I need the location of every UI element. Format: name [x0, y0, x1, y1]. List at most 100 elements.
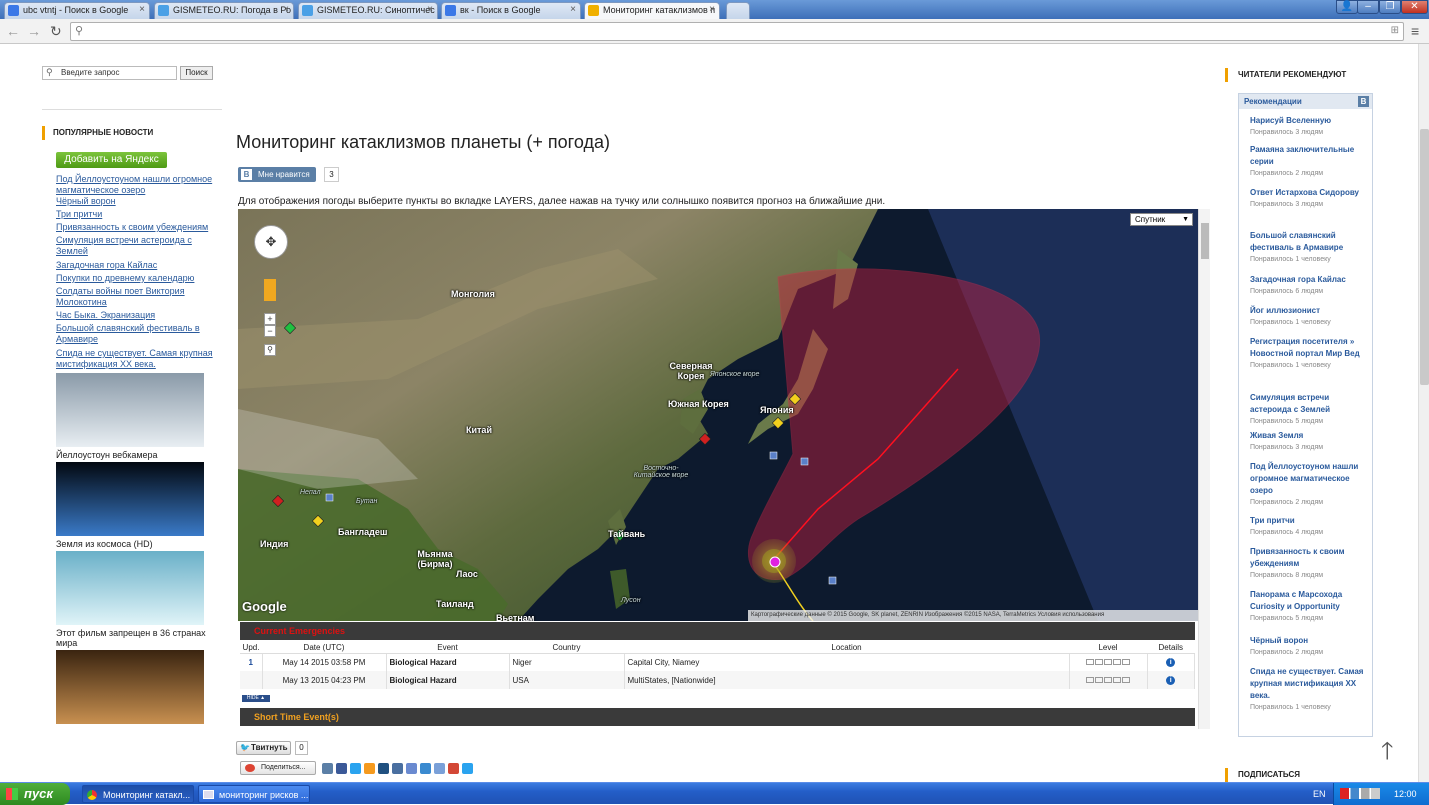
tab-3[interactable]: GISMETEO.RU: Синоптичес ×	[298, 2, 438, 19]
pan-control[interactable]: ✥	[254, 225, 288, 259]
tab-2[interactable]: GISMETEO.RU: Погода в Ро ×	[154, 2, 294, 19]
recommendation-title[interactable]: Панорама с Марсохода Curiosity и Opportu…	[1250, 589, 1365, 613]
news-link[interactable]: Спида не существует. Самая крупная мисти…	[56, 348, 216, 370]
recommendation-item[interactable]: Загадочная гора Кайлас Понравилось 6 людя…	[1250, 274, 1365, 297]
recommendation-title[interactable]: Живая Земля	[1250, 430, 1365, 442]
gear-share-icon[interactable]	[434, 763, 445, 774]
recommendation-item[interactable]: Нарисуй Вселенную Понравилось 3 людям	[1250, 115, 1365, 138]
share-button[interactable]: Поделиться...	[240, 761, 316, 775]
recommendation-title[interactable]: Спида не существует. Самая крупная мисти…	[1250, 666, 1365, 702]
recommendation-title[interactable]: Рамаяна заключительные серии	[1250, 144, 1365, 168]
details-cell[interactable]: i	[1147, 653, 1195, 671]
video-caption[interactable]: Йеллоустоун вебкамера	[56, 450, 211, 460]
recommendation-item[interactable]: Под Йеллоустоуном нашли огромное магмати…	[1250, 461, 1365, 508]
street-view-pegman-icon[interactable]	[264, 279, 276, 301]
recommendation-title[interactable]: Большой славянский фестиваль в Армавире	[1250, 230, 1365, 254]
info-icon[interactable]: i	[1166, 658, 1176, 668]
news-link[interactable]: Чёрный ворон	[56, 196, 216, 207]
bookmark-share-icon[interactable]	[462, 763, 473, 774]
video-thumbnail[interactable]	[56, 462, 204, 536]
recommendation-item[interactable]: Панорама с Марсохода Curiosity и Opportu…	[1250, 589, 1365, 624]
tab-1[interactable]: ubc vtntj - Поиск в Google ×	[4, 2, 150, 19]
address-bar[interactable]: ⚲ ⊞	[70, 22, 1404, 41]
page-scrollbar[interactable]	[1418, 44, 1429, 782]
page-scrollbar-thumb[interactable]	[1420, 129, 1429, 385]
news-link[interactable]: Привязанность к своим убеждениям	[56, 222, 216, 233]
news-link[interactable]: Под Йеллоустоуном нашли огромное магмати…	[56, 174, 216, 196]
zoom-box-icon[interactable]: ⚲	[264, 344, 276, 356]
recommendation-title[interactable]: Привязанность к своим убеждениям	[1250, 546, 1365, 570]
recommendation-title[interactable]: Чёрный ворон	[1250, 635, 1365, 647]
zoom-out-button[interactable]: −	[264, 325, 276, 337]
recommendation-item[interactable]: Симуляция встречи астероида с Землей Понр…	[1250, 392, 1365, 427]
recommendation-item[interactable]: Живая Земля Понравилось 3 людям	[1250, 430, 1365, 453]
recommendation-title[interactable]: Нарисуй Вселенную	[1250, 115, 1365, 127]
table-row[interactable]: 1 May 14 2015 03:58 PM Biological Hazard Ni…	[240, 653, 1195, 671]
recommendation-title[interactable]: Ответ Истархова Сидорову	[1250, 187, 1365, 199]
reload-icon[interactable]: ↻	[50, 23, 62, 40]
video-thumbnail[interactable]	[56, 650, 204, 724]
video-thumbnail[interactable]	[56, 551, 204, 625]
news-link[interactable]: Покупки по древнему календарю	[56, 273, 216, 284]
close-tab-icon[interactable]: ×	[427, 4, 433, 15]
map-type-select[interactable]: Спутник ▼	[1130, 213, 1193, 226]
recommendation-item[interactable]: Рамаяна заключительные серии Понравилось …	[1250, 144, 1365, 179]
user-icon[interactable]: 👤	[1336, 0, 1358, 14]
recommendation-title[interactable]: Под Йеллоустоуном нашли огромное магмати…	[1250, 461, 1365, 497]
scroll-to-top-icon[interactable]: 🡑	[1381, 734, 1393, 775]
close-tab-icon[interactable]: ×	[283, 4, 289, 15]
close-tab-icon[interactable]: ×	[139, 4, 145, 15]
recommendation-item[interactable]: Йог иллюзионист Понравилось 1 человеку	[1250, 305, 1365, 328]
vk-like-button[interactable]: B Мне нравится	[238, 167, 316, 182]
friendfeed-share-icon[interactable]	[406, 763, 417, 774]
close-window-button[interactable]: ✕	[1401, 0, 1428, 14]
menu-icon[interactable]: ≡	[1411, 23, 1419, 39]
frame-scrollbar[interactable]	[1198, 209, 1210, 729]
twitter-share-icon[interactable]	[350, 763, 361, 774]
googleplus-share-icon[interactable]	[448, 763, 459, 774]
tab-5[interactable]: Мониторинг катаклизмов п ×	[584, 2, 720, 19]
livejournal-share-icon[interactable]	[392, 763, 403, 774]
taskbar-item-folder[interactable]: мониторинг рисков ...	[198, 785, 310, 803]
site-search-button[interactable]: Поиск	[180, 66, 213, 80]
vk-share-icon[interactable]	[322, 763, 333, 774]
news-link[interactable]: Большой славянский фестиваль в Армавире	[56, 323, 216, 345]
recommendation-item[interactable]: Привязанность к своим убеждениям Понравил…	[1250, 546, 1365, 581]
video-caption[interactable]: Земля из космоса (HD)	[56, 539, 211, 549]
tab-4[interactable]: вк - Поиск в Google ×	[441, 2, 581, 19]
video-caption[interactable]: Этот фильм запрещен в 36 странах мира	[56, 628, 211, 648]
table-row[interactable]: May 13 2015 04:23 PM Biological Hazard USA…	[240, 671, 1195, 689]
facebook-share-icon[interactable]	[336, 763, 347, 774]
tray-icons[interactable]	[1340, 788, 1380, 799]
recommendation-title[interactable]: Регистрация посетителя » Новостной порта…	[1250, 336, 1365, 360]
recommendation-title[interactable]: Симуляция встречи астероида с Землей	[1250, 392, 1365, 416]
recommendation-title[interactable]: Йог иллюзионист	[1250, 305, 1365, 317]
disaster-map[interactable]: Монголия Китай Северная Корея Южная Корея Яп…	[238, 209, 1198, 621]
news-link[interactable]: Солдаты войны поет Виктория Молокотина	[56, 286, 216, 308]
moimir-share-icon[interactable]	[420, 763, 431, 774]
start-button[interactable]: пуск	[0, 783, 70, 805]
odnoklassniki-share-icon[interactable]	[364, 763, 375, 774]
mail-share-icon[interactable]	[378, 763, 389, 774]
recommendation-item[interactable]: Регистрация посетителя » Новостной порта…	[1250, 336, 1365, 371]
recommendation-item[interactable]: Ответ Истархова Сидорову Понравилось 3 лю…	[1250, 187, 1365, 210]
add-to-yandex-button[interactable]: Добавить на Яндекс	[56, 152, 167, 168]
recommendation-item[interactable]: Чёрный ворон Понравилось 2 людям	[1250, 635, 1365, 658]
video-thumbnail[interactable]	[56, 373, 204, 447]
zoom-in-button[interactable]: +	[264, 313, 276, 325]
close-tab-icon[interactable]: ×	[709, 4, 715, 15]
details-cell[interactable]: i	[1147, 671, 1195, 689]
news-link[interactable]: Симуляция встречи астероида с Землей	[56, 235, 216, 257]
tweet-button[interactable]: 🐦 Твитнуть	[236, 741, 291, 755]
close-tab-icon[interactable]: ×	[570, 4, 576, 15]
recommendation-item[interactable]: Большой славянский фестиваль в Армавире П…	[1250, 230, 1365, 265]
info-icon[interactable]: i	[1166, 676, 1176, 685]
recommendation-title[interactable]: Три притчи	[1250, 515, 1365, 527]
recommendation-title[interactable]: Загадочная гора Кайлас	[1250, 274, 1365, 286]
translate-icon[interactable]: ⊞	[1391, 25, 1399, 36]
recommendation-item[interactable]: Спида не существует. Самая крупная мисти…	[1250, 666, 1365, 713]
recommendation-item[interactable]: Три притчи Понравилось 4 людям	[1250, 515, 1365, 538]
forward-icon[interactable]: →	[27, 23, 41, 39]
hide-button[interactable]: HIDE ▲	[242, 695, 270, 702]
language-indicator[interactable]: EN	[1313, 783, 1326, 805]
